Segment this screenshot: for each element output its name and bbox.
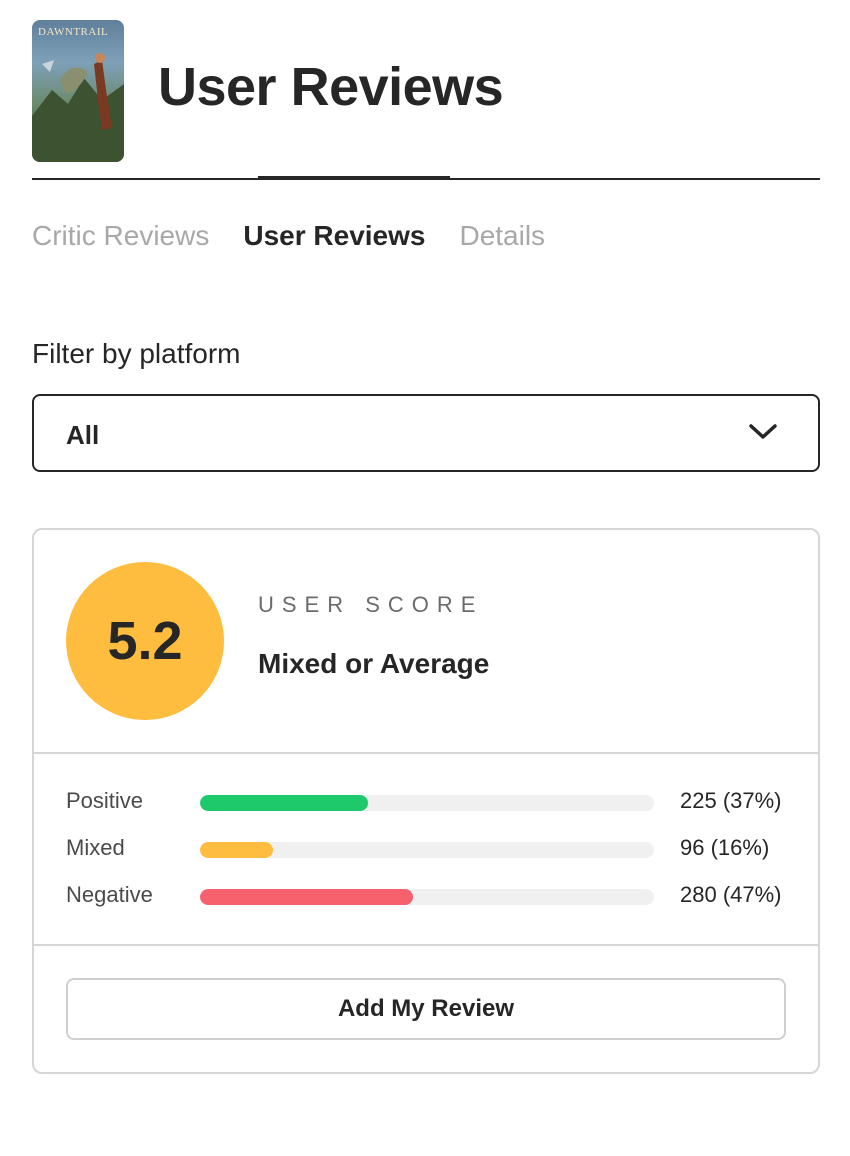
distribution-count: 96 (16%) <box>680 835 770 860</box>
page-header: DAWNTRAIL User Reviews <box>32 20 820 180</box>
page-title: User Reviews <box>158 57 504 117</box>
tab-details[interactable]: Details <box>459 220 545 252</box>
distribution-row-negative: Negative 280 (47%) <box>66 882 790 912</box>
chevron-down-icon <box>748 422 778 447</box>
card-divider <box>34 752 818 754</box>
platform-select[interactable]: All <box>32 394 820 472</box>
distribution-bar-track <box>200 795 654 811</box>
distribution-label: Mixed <box>66 835 125 860</box>
active-tab-indicator <box>258 176 450 180</box>
tab-bar: Critic Reviews User Reviews Details <box>32 220 545 252</box>
distribution-bar-fill <box>200 842 273 858</box>
score-value: 5.2 <box>107 611 183 671</box>
distribution-row-mixed: Mixed 96 (16%) <box>66 835 790 865</box>
tab-user-reviews[interactable]: User Reviews <box>243 220 425 252</box>
user-score-card: 5.2 USER SCORE Mixed or Average Positive… <box>32 528 820 1074</box>
add-review-button[interactable]: Add My Review <box>66 978 786 1040</box>
distribution-bar-track <box>200 889 654 905</box>
distribution-label: Negative <box>66 882 153 907</box>
score-description: Mixed or Average <box>258 648 490 679</box>
distribution-count: 280 (47%) <box>680 882 782 907</box>
cover-art <box>32 53 124 162</box>
filter-label: Filter by platform <box>32 338 241 369</box>
distribution-row-positive: Positive 225 (37%) <box>66 788 790 818</box>
distribution-count: 225 (37%) <box>680 788 782 813</box>
score-label: USER SCORE <box>258 592 484 617</box>
score-badge: 5.2 <box>66 562 224 720</box>
tab-critic-reviews[interactable]: Critic Reviews <box>32 220 209 252</box>
card-divider <box>34 944 818 946</box>
platform-select-value: All <box>66 420 100 450</box>
distribution-bar-fill <box>200 889 414 905</box>
distribution-label: Positive <box>66 788 144 813</box>
cover-title-text: DAWNTRAIL <box>38 26 109 38</box>
distribution-bar-fill <box>200 795 368 811</box>
distribution-bar-track <box>200 842 654 858</box>
game-cover-image: DAWNTRAIL <box>32 20 124 162</box>
